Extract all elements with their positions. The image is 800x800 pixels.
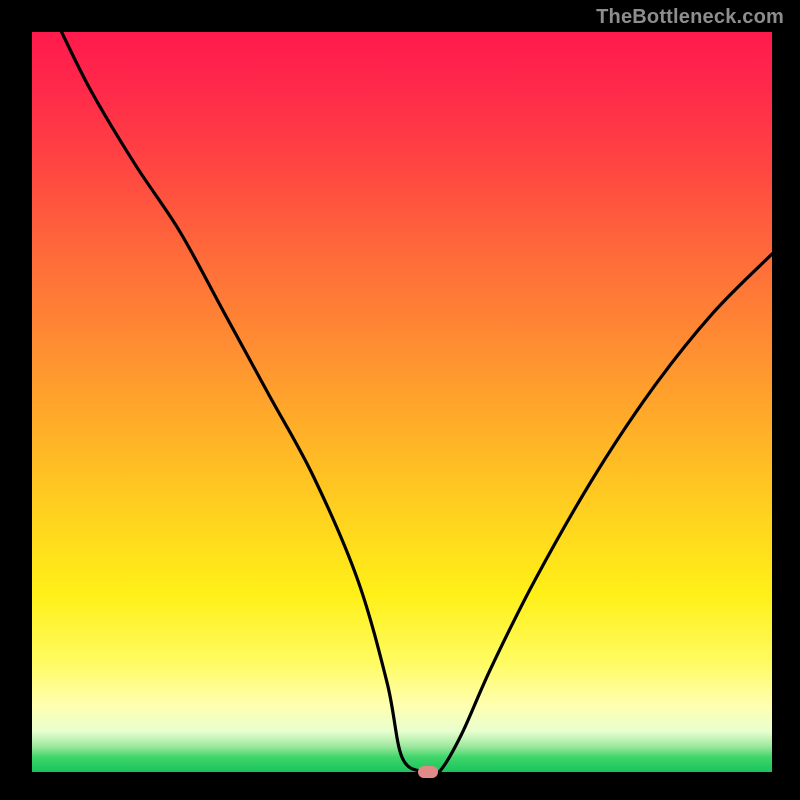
chart-frame: TheBottleneck.com	[0, 0, 800, 800]
watermark-text: TheBottleneck.com	[596, 6, 784, 29]
optimal-point-marker	[418, 766, 438, 778]
bottleneck-curve	[32, 32, 772, 772]
plot-area	[32, 32, 772, 772]
